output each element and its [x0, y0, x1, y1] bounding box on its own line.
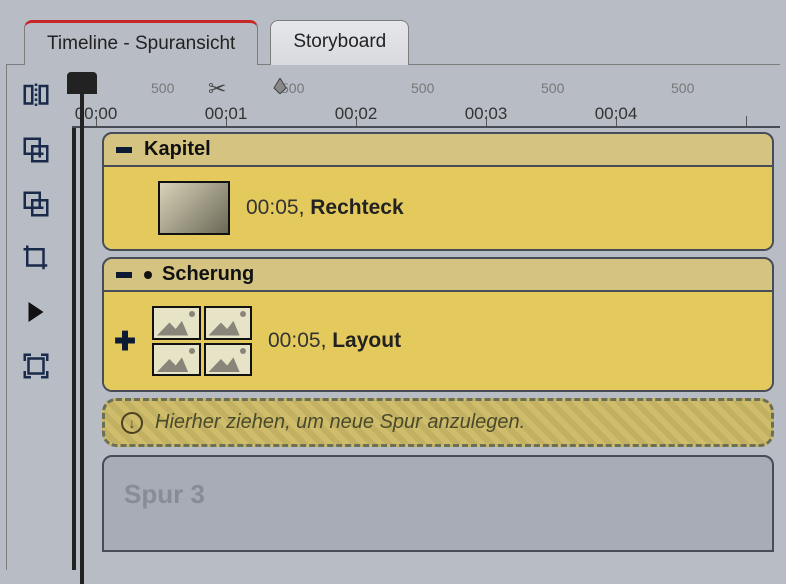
tool-split[interactable]: [18, 78, 54, 114]
clip-rechteck[interactable]: 00:05, Rechteck: [104, 167, 772, 249]
left-toolbar: [12, 78, 60, 384]
tool-duplicate-add[interactable]: [18, 132, 54, 168]
scissors-icon[interactable]: ✂: [208, 76, 226, 102]
clip-label: 00:05, Layout: [268, 329, 401, 353]
group-title: Kapitel: [144, 138, 211, 161]
add-icon[interactable]: ✚: [114, 330, 136, 352]
clip-label: 00:05, Rechteck: [246, 196, 404, 220]
group-dot-icon: [144, 271, 152, 279]
tracks-area: Kapitel 00:05, Rechteck Scherung: [72, 128, 780, 570]
tick-label: 00:00: [75, 104, 118, 124]
tick-label: 00:01: [205, 104, 248, 124]
time-ruler[interactable]: 00:00 500 00:01 500 00:02 500 00:03 500 00:0…: [72, 72, 780, 128]
tick-label: 00:02: [335, 104, 378, 124]
group-header[interactable]: Scherung: [102, 257, 774, 292]
tool-duplicate-remove[interactable]: [18, 186, 54, 222]
ruler-ticks: 00:00500 00:01500 00:02500 00:03500 00:0…: [96, 72, 780, 126]
tab-timeline[interactable]: Timeline - Spuransicht: [24, 20, 258, 65]
tab-storyboard[interactable]: Storyboard: [270, 20, 409, 65]
tick-sub: 500: [151, 80, 174, 96]
tool-crop[interactable]: [18, 240, 54, 276]
dropzone-text: Hierher ziehen, um neue Spur anzulegen.: [155, 411, 525, 434]
track-group-scherung: Scherung ✚ 00:05, Layout: [102, 257, 774, 392]
new-track-dropzone[interactable]: ↓ Hierher ziehen, um neue Spur anzulegen…: [102, 398, 774, 447]
tick-sub: 500: [411, 80, 434, 96]
tick-label: 00:04: [595, 104, 638, 124]
track-spur-3[interactable]: Spur 3: [102, 455, 774, 552]
group-title: Scherung: [162, 263, 254, 286]
tool-fullscreen[interactable]: [18, 348, 54, 384]
tool-play[interactable]: [18, 294, 54, 330]
collapse-icon[interactable]: [114, 269, 134, 281]
clip-thumbnail: [158, 181, 230, 235]
tick-sub: 500: [541, 80, 564, 96]
track-label: Spur 3: [124, 479, 752, 510]
clip-layout[interactable]: ✚ 00:05, Layout: [104, 292, 772, 390]
clip-thumbnail: [152, 306, 252, 376]
tick-label: 00:03: [465, 104, 508, 124]
timeline-main: 00:00 500 00:01 500 00:02 500 00:03 500 00:0…: [72, 72, 780, 570]
arrow-down-icon: ↓: [121, 412, 143, 434]
tick-sub: 500: [671, 80, 694, 96]
group-header[interactable]: Kapitel: [102, 132, 774, 167]
marker-icon[interactable]: [272, 78, 288, 94]
track-group-kapitel: Kapitel 00:05, Rechteck: [102, 132, 774, 251]
collapse-icon[interactable]: [114, 144, 134, 156]
